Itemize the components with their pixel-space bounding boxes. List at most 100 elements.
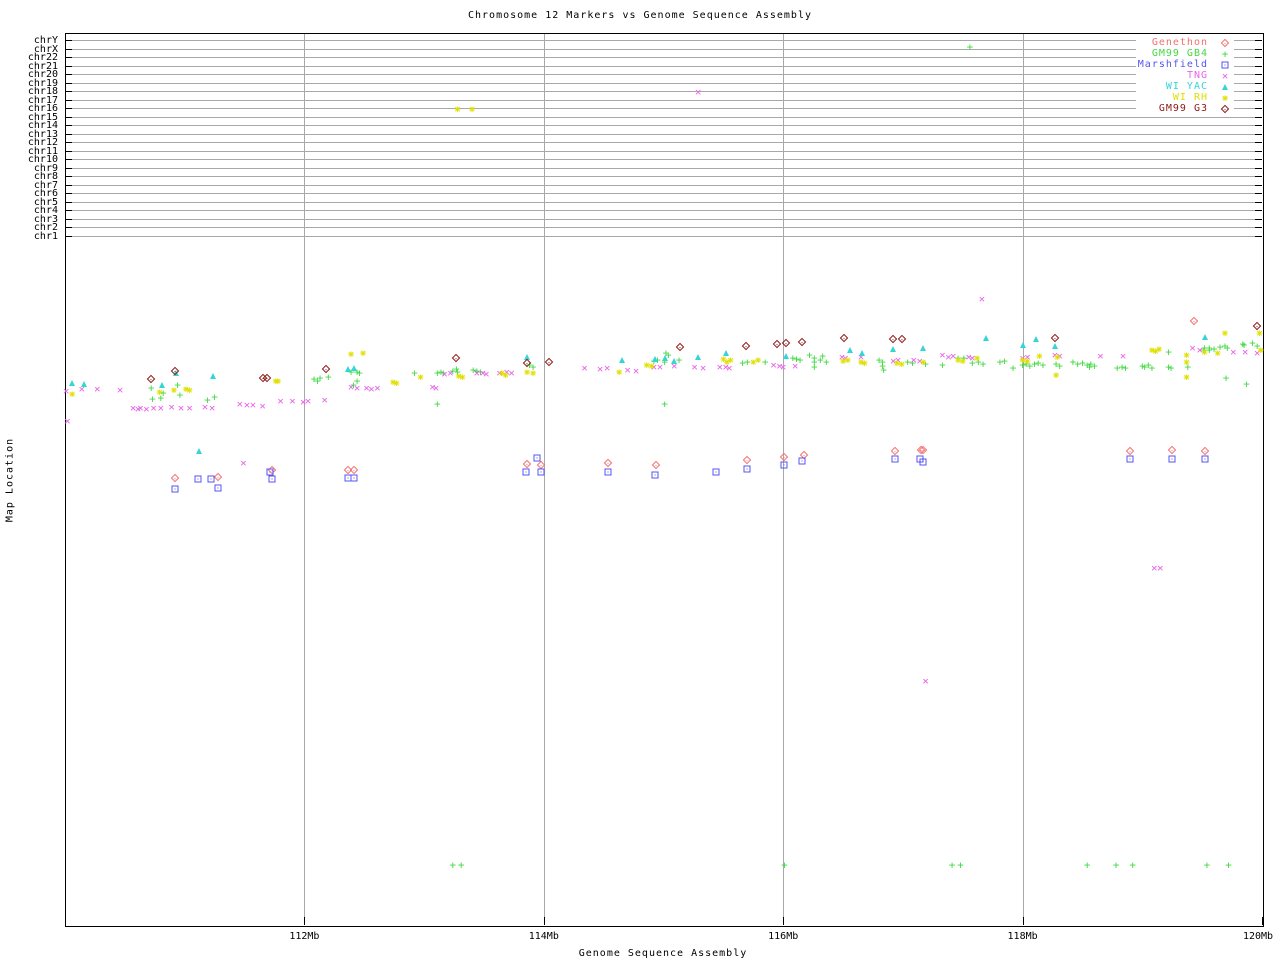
marker-marshfield: [266, 468, 274, 476]
marker-marshfield: [1126, 455, 1134, 463]
marker-gm99-gb4: +: [1122, 361, 1129, 375]
marker-gm99-gb4: +: [1222, 371, 1230, 385]
x-tick-120mb: [1262, 917, 1263, 925]
marker-tng: ×: [143, 402, 150, 416]
marker-tng: ×: [482, 367, 490, 381]
marker-wi-yac: [1032, 336, 1039, 342]
marker-gm99-gb4: +: [761, 355, 769, 369]
marker-gm99-gb4: +: [1165, 345, 1172, 359]
marker-marshfield: [537, 468, 545, 476]
marker-marshfield: [207, 475, 215, 483]
chart-canvas: Chromosome 12 Markers vs Genome Sequence…: [0, 0, 1280, 960]
marker-tng: ×: [208, 401, 216, 415]
marshfield-marker-icon: [1221, 61, 1229, 68]
legend-label-marshfield: Marshfield: [1137, 59, 1208, 70]
legend-label-tng: TNG: [1186, 70, 1208, 81]
marker-wi-yac: [890, 346, 897, 352]
tng-marker-icon: ×: [1221, 69, 1229, 82]
marker-marshfield: [604, 468, 612, 476]
marker-marshfield: [891, 455, 898, 463]
marker-marshfield: [194, 475, 202, 483]
marker-wi-yac: [618, 357, 625, 363]
marker-tng: ×: [694, 85, 702, 99]
marker-wi-yac: [695, 354, 702, 360]
marker-gm99-gb4: +: [822, 355, 830, 369]
marker-wi-yac: [196, 448, 203, 454]
marker-tng: ×: [157, 401, 165, 415]
marker-tng: ×: [64, 414, 71, 428]
marker-tng: ×: [249, 398, 257, 412]
x-tick-114mb: [543, 917, 545, 925]
marker-tng: ×: [791, 359, 799, 373]
marker-tng: ×: [240, 456, 247, 470]
gm99-g3-marker-icon: [1220, 104, 1230, 113]
legend: Genethon GM99 GB4 + Marshfield TNG × WI YAC WI …: [1135, 36, 1234, 115]
marker-tng: ×: [236, 397, 244, 411]
x-tick-label: 116Mb: [768, 931, 799, 942]
marker-gm99-gb4: +: [449, 858, 457, 872]
marker-marshfield: [919, 458, 927, 466]
legend-marker-wi-rh: [1218, 93, 1232, 103]
plot-area-border: [65, 33, 1264, 927]
marker-tng: ×: [201, 400, 209, 414]
marker-marshfield: [743, 465, 751, 473]
marker-wi-yac: [661, 355, 668, 361]
marker-gm99-gb4: +: [661, 397, 668, 411]
legend-label-gm99-gb4: GM99 GB4: [1151, 48, 1208, 59]
marker-tng: ×: [603, 361, 611, 375]
legend-label-gm99-g3: GM99 G3: [1158, 103, 1208, 114]
x-tick-label: 114Mb: [528, 931, 559, 942]
marker-tng: ×: [699, 361, 707, 375]
chart-title: Chromosome 12 Markers vs Genome Sequence…: [467, 10, 813, 21]
marker-gm99-gb4: +: [316, 371, 324, 385]
marker-tng: ×: [922, 674, 929, 688]
y-axis-label: Map Location: [4, 437, 16, 523]
marker-marshfield: [214, 484, 222, 492]
marker-gm99-gb4: +: [1243, 377, 1250, 391]
marker-marshfield: [522, 468, 530, 476]
x-tick-label: 120Mb: [1242, 931, 1274, 942]
marker-tng: ×: [150, 401, 157, 415]
marker-gm99-gb4: +: [1083, 858, 1091, 872]
marker-tng: ×: [93, 382, 101, 396]
marker-tng: ×: [1156, 561, 1164, 575]
marker-gm99-gb4: +: [957, 858, 964, 872]
marker-gm99-gb4: +: [948, 858, 956, 872]
genethon-marker-icon: [1220, 38, 1230, 47]
marker-marshfield: [712, 468, 720, 476]
marker-wi-yac: [1201, 334, 1208, 340]
x-tick-label: 118Mb: [1007, 931, 1038, 942]
x-tick-116mb: [783, 917, 785, 925]
marker-tng: ×: [277, 394, 284, 408]
marker-tng: ×: [321, 393, 328, 407]
marker-marshfield: [350, 474, 357, 482]
marker-gm99-gb4: +: [1009, 361, 1017, 375]
marker-marshfield: [268, 475, 276, 483]
marker-gm99-gb4: +: [1225, 858, 1232, 872]
marker-marshfield: [651, 471, 659, 479]
legend-marker-gm99-gb4: +: [1218, 48, 1232, 59]
marker-tng: ×: [1119, 349, 1127, 363]
marker-tng: ×: [632, 364, 640, 378]
marker-wi-yac: [81, 381, 88, 387]
legend-marker-wi-yac: [1218, 82, 1232, 92]
legend-marker-gm99-g3: [1218, 104, 1232, 114]
marker-tng: ×: [374, 381, 381, 395]
legend-label-wi-yac: WI YAC: [1165, 81, 1208, 92]
marker-wi-yac: [982, 335, 989, 341]
marker-tng: ×: [624, 363, 631, 377]
chr-label-chr1: chr1: [33, 230, 58, 242]
marker-gm99-gb4: +: [457, 858, 465, 872]
marker-wi-yac: [350, 365, 357, 371]
marker-gm99-gb4: +: [1148, 361, 1156, 375]
marker-gm99-gb4: +: [1167, 361, 1175, 375]
marker-tng: ×: [691, 360, 698, 374]
marker-gm99-gb4: +: [781, 858, 788, 872]
marker-marshfield: [1201, 455, 1208, 463]
legend-marker-genethon: [1218, 38, 1232, 48]
legend-marker-marshfield: [1218, 60, 1232, 70]
marker-wi-yac: [847, 347, 854, 353]
x-tick-118mb: [1022, 917, 1024, 925]
legend-row-tng: TNG ×: [1138, 70, 1232, 81]
marker-marshfield: [780, 461, 788, 469]
